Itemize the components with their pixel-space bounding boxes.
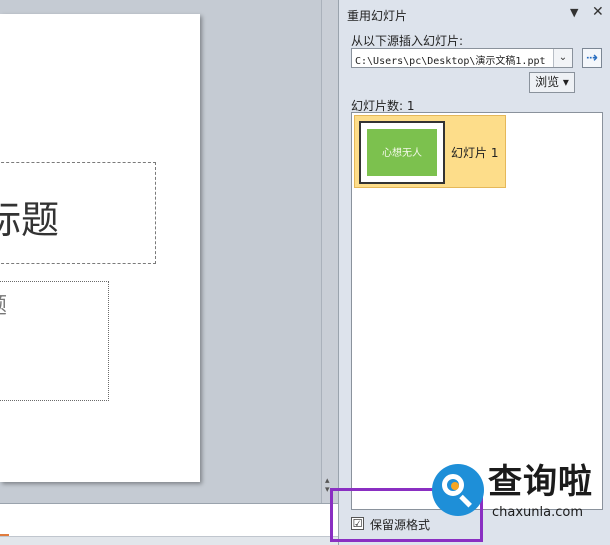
pane-close-icon[interactable]: ✕ xyxy=(592,4,604,20)
notes-area[interactable] xyxy=(0,503,338,545)
search-logo-icon xyxy=(432,464,484,516)
slide-thumbnail[interactable]: 心想无人 xyxy=(359,121,445,184)
thumbnail-content: 心想无人 xyxy=(367,129,437,176)
scroll-arrows-icon[interactable]: ▴ ▾ xyxy=(325,477,330,495)
thumbnail-text: 心想无人 xyxy=(382,148,422,159)
subtitle-placeholder[interactable]: 题 xyxy=(0,281,109,401)
source-path-input[interactable]: C:\Users\pc\Desktop\演示文稿1.ppt xyxy=(355,52,551,67)
list-item[interactable]: 心想无人 幻灯片 1 xyxy=(354,115,506,188)
slides-list[interactable]: 心想无人 幻灯片 1 xyxy=(351,112,603,510)
title-placeholder-text: 标题 xyxy=(0,198,60,242)
logo-dot xyxy=(451,482,459,490)
slide-editor[interactable]: 标题 题 ▴▾ xyxy=(0,0,338,503)
vertical-scrollbar[interactable]: ▴ ▾ xyxy=(321,0,338,503)
status-strip xyxy=(0,536,338,545)
browse-button[interactable]: 浏览 ▾ xyxy=(529,72,575,93)
slide-canvas[interactable]: 标题 题 xyxy=(0,14,200,482)
slide-item-label: 幻灯片 1 xyxy=(451,146,499,160)
pane-title: 重用幻灯片 xyxy=(347,9,408,23)
watermark-name: 查询啦 xyxy=(488,462,593,502)
logo-tail xyxy=(459,494,472,508)
source-path-combobox[interactable]: C:\Users\pc\Desktop\演示文稿1.ppt ⌄ xyxy=(351,48,573,68)
subtitle-placeholder-text: 题 xyxy=(0,288,7,320)
title-placeholder[interactable]: 标题 xyxy=(0,162,156,264)
source-label: 从以下源插入幻灯片: xyxy=(351,34,464,48)
watermark-url: chaxunla.com xyxy=(492,505,583,520)
watermark: 查询啦 chaxunla.com xyxy=(432,458,604,528)
chevron-down-icon[interactable]: ⌄ xyxy=(553,49,572,67)
go-arrow-icon[interactable]: ⇢ xyxy=(582,48,602,68)
pane-options-icon[interactable]: ▼ xyxy=(570,6,578,19)
pane-header: 重用幻灯片 ▼ ✕ xyxy=(339,0,610,28)
